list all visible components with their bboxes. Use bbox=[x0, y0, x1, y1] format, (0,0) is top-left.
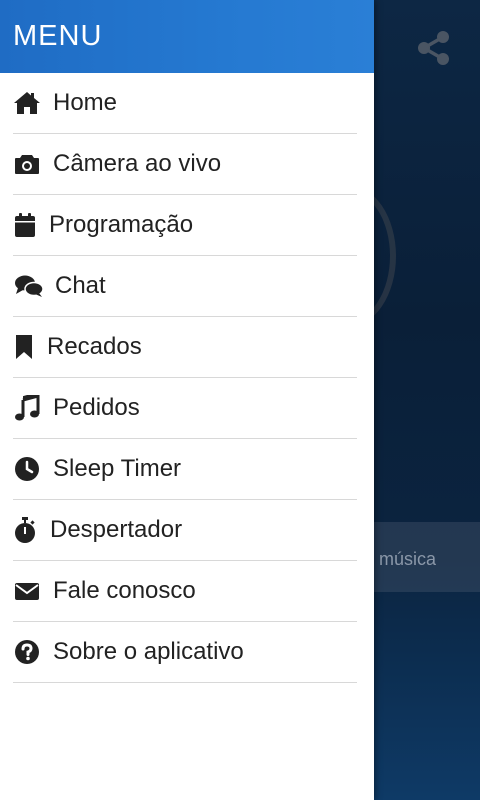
background-right-area bbox=[374, 0, 480, 800]
bookmark-icon bbox=[13, 333, 35, 361]
menu-item-label: Home bbox=[53, 89, 118, 116]
menu-item-recados[interactable]: Recados bbox=[13, 317, 357, 378]
share-icon[interactable] bbox=[414, 28, 454, 68]
menu-item-fale-conosco[interactable]: Fale conosco bbox=[13, 561, 357, 622]
menu-item-label: Chat bbox=[55, 272, 106, 299]
chat-icon bbox=[13, 272, 45, 300]
menu-item-label: Câmera ao vivo bbox=[53, 150, 222, 177]
menu-item-label: Pedidos bbox=[53, 394, 140, 421]
menu-item-label: Recados bbox=[47, 333, 142, 360]
camera-icon bbox=[13, 150, 41, 178]
menu-item-label: Programação bbox=[49, 211, 194, 238]
envelope-icon bbox=[13, 577, 41, 605]
question-icon bbox=[13, 638, 41, 666]
menu-item-label: Fale conosco bbox=[53, 577, 196, 604]
menu-item-camera[interactable]: Câmera ao vivo bbox=[13, 134, 357, 195]
menu-item-despertador[interactable]: Despertador bbox=[13, 500, 357, 561]
menu-item-label: Despertador bbox=[50, 516, 183, 543]
menu-item-programacao[interactable]: Programação bbox=[13, 195, 357, 256]
stopwatch-icon bbox=[13, 516, 37, 544]
calendar-icon bbox=[13, 211, 37, 239]
song-text: a música bbox=[364, 549, 437, 569]
drawer-header: MENU bbox=[0, 0, 374, 73]
menu-item-home[interactable]: Home bbox=[13, 73, 357, 134]
menu-item-chat[interactable]: Chat bbox=[13, 256, 357, 317]
menu-list: Home Câmera ao vivo Programação Chat Rec… bbox=[0, 73, 374, 683]
menu-item-label: Sleep Timer bbox=[53, 455, 182, 482]
music-icon bbox=[13, 394, 41, 422]
home-icon bbox=[13, 89, 41, 117]
clock-icon bbox=[13, 455, 41, 483]
menu-item-label: Sobre o aplicativo bbox=[53, 638, 244, 665]
drawer-title: MENU bbox=[13, 20, 103, 52]
menu-item-pedidos[interactable]: Pedidos bbox=[13, 378, 357, 439]
menu-item-sobre[interactable]: Sobre o aplicativo bbox=[13, 622, 357, 683]
navigation-drawer: MENU Home Câmera ao vivo Programação Cha… bbox=[0, 0, 374, 800]
menu-item-sleep-timer[interactable]: Sleep Timer bbox=[13, 439, 357, 500]
